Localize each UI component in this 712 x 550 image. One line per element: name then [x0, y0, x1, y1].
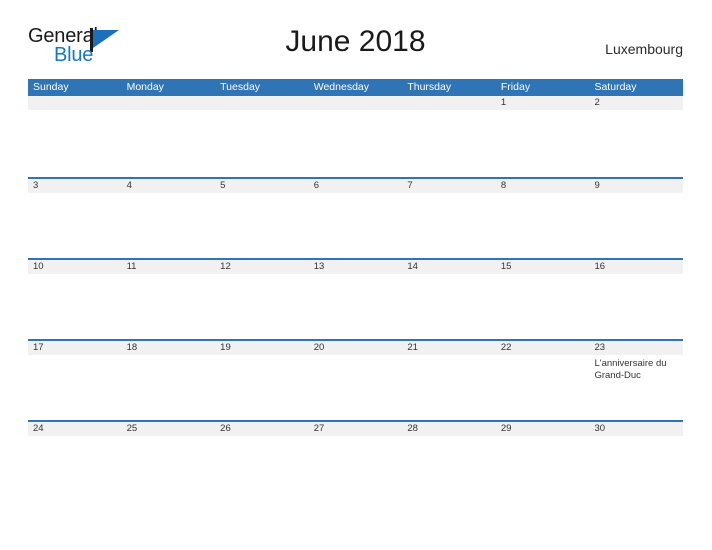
day-number: 5 [215, 179, 309, 193]
day-cell[interactable]: 4 [121, 179, 216, 258]
day-number: 25 [121, 422, 216, 436]
day-number: 29 [495, 422, 590, 436]
day-cell[interactable]: 13 [308, 260, 403, 339]
day-cell-empty [402, 96, 496, 177]
day-number: 11 [121, 260, 216, 274]
day-number [215, 96, 309, 110]
day-number [308, 96, 403, 110]
day-number: 2 [589, 96, 684, 110]
day-number [28, 96, 122, 110]
day-number: 8 [495, 179, 590, 193]
day-number: 15 [495, 260, 590, 274]
week-row: 10 11 12 13 14 15 16 [28, 258, 684, 339]
page-header: General Blue June 2018 Luxembourg [28, 24, 683, 72]
day-cell[interactable]: 9 [589, 179, 684, 258]
day-cell[interactable]: 3 [28, 179, 122, 258]
day-cell[interactable]: 25 [121, 422, 216, 501]
day-cell[interactable]: 23 L'anniversaire du Grand-Duc [589, 341, 684, 420]
day-cell[interactable]: 20 [308, 341, 403, 420]
weekday-sunday: Sunday [33, 81, 69, 93]
day-number: 26 [215, 422, 309, 436]
weekday-thursday: Thursday [407, 81, 452, 93]
day-cell[interactable]: 6 [308, 179, 403, 258]
day-number: 9 [589, 179, 684, 193]
week-row: 17 18 19 20 21 22 23 L'anniversaire du Grand-Du… [28, 339, 684, 420]
day-cell[interactable]: 29 [495, 422, 590, 501]
day-number: 3 [28, 179, 122, 193]
weekday-wednesday: Wednesday [313, 81, 369, 93]
day-cell-empty [121, 96, 216, 177]
day-number [402, 96, 496, 110]
page-title: June 2018 [285, 25, 426, 58]
day-number: 30 [589, 422, 684, 436]
day-cell[interactable]: 12 [215, 260, 309, 339]
day-number: 21 [402, 341, 496, 355]
region-label: Luxembourg [605, 41, 683, 57]
day-number: 22 [495, 341, 590, 355]
day-cell[interactable]: 27 [308, 422, 403, 501]
weekday-header-row: Sunday Monday Tuesday Wednesday Thursday… [28, 79, 683, 96]
week-cells: 17 18 19 20 21 22 23 L'anniversaire du Grand-Du… [28, 341, 684, 420]
day-cell[interactable]: 7 [402, 179, 496, 258]
day-events: L'anniversaire du Grand-Duc [589, 355, 683, 382]
day-number: 28 [402, 422, 496, 436]
day-number: 18 [121, 341, 216, 355]
day-number: 16 [589, 260, 684, 274]
day-cell[interactable]: 10 [28, 260, 122, 339]
weekday-tuesday: Tuesday [220, 81, 261, 93]
day-cell[interactable]: 22 [495, 341, 590, 420]
day-cell[interactable]: 8 [495, 179, 590, 258]
day-number: 7 [402, 179, 496, 193]
weekday-monday: Monday [126, 81, 164, 93]
day-cell[interactable]: 14 [402, 260, 496, 339]
day-cell[interactable]: 26 [215, 422, 309, 501]
week-cells: 10 11 12 13 14 15 16 [28, 260, 684, 339]
day-number: 27 [308, 422, 403, 436]
day-number: 12 [215, 260, 309, 274]
week-cells: 24 25 26 27 28 29 30 [28, 422, 684, 501]
weekday-friday: Friday [500, 81, 531, 93]
day-cell[interactable]: 19 [215, 341, 309, 420]
week-cells: 12 [28, 96, 684, 177]
day-number: 4 [121, 179, 216, 193]
week-row: 3456789 [28, 177, 684, 258]
day-cell[interactable]: 30 [589, 422, 684, 501]
day-cell[interactable]: 11 [121, 260, 216, 339]
week-row: 24 25 26 27 28 29 30 [28, 420, 684, 501]
day-number: 24 [28, 422, 122, 436]
day-number: 10 [28, 260, 122, 274]
day-number: 6 [308, 179, 403, 193]
day-cell[interactable]: 28 [402, 422, 496, 501]
day-cell[interactable]: 18 [121, 341, 216, 420]
weekday-saturday: Saturday [594, 81, 637, 93]
day-cell[interactable]: 21 [402, 341, 496, 420]
calendar-grid: Sunday Monday Tuesday Wednesday Thursday… [28, 79, 684, 501]
day-number: 20 [308, 341, 403, 355]
day-cell[interactable]: 16 [589, 260, 684, 339]
week-rows: 1 2 3 4 5 6 7 8 9 10 11 12 13 14 15 16 17 18 19 20 21 22 23 L'a… [28, 96, 684, 501]
day-number: 23 [589, 341, 684, 355]
calendar-page: General Blue June 2018 Luxembourg Sunday… [0, 0, 712, 550]
week-cells: 3456789 [28, 179, 684, 258]
day-number [121, 96, 216, 110]
day-number: 14 [402, 260, 496, 274]
day-cell[interactable]: 5 [215, 179, 309, 258]
day-cell[interactable]: 15 [495, 260, 590, 339]
day-number: 1 [495, 96, 590, 110]
day-cell[interactable]: 17 [28, 341, 122, 420]
day-number: 17 [28, 341, 122, 355]
day-cell[interactable]: 24 [28, 422, 122, 501]
day-cell[interactable]: 2 [589, 96, 684, 177]
week-row: 12 [28, 96, 684, 177]
day-cell-empty [215, 96, 309, 177]
day-cell[interactable]: 1 [495, 96, 590, 177]
day-number: 13 [308, 260, 403, 274]
holiday-label: L'anniversaire du Grand-Duc [594, 358, 667, 381]
day-cell-empty [28, 96, 122, 177]
day-cell-empty [308, 96, 403, 177]
day-number: 19 [215, 341, 309, 355]
